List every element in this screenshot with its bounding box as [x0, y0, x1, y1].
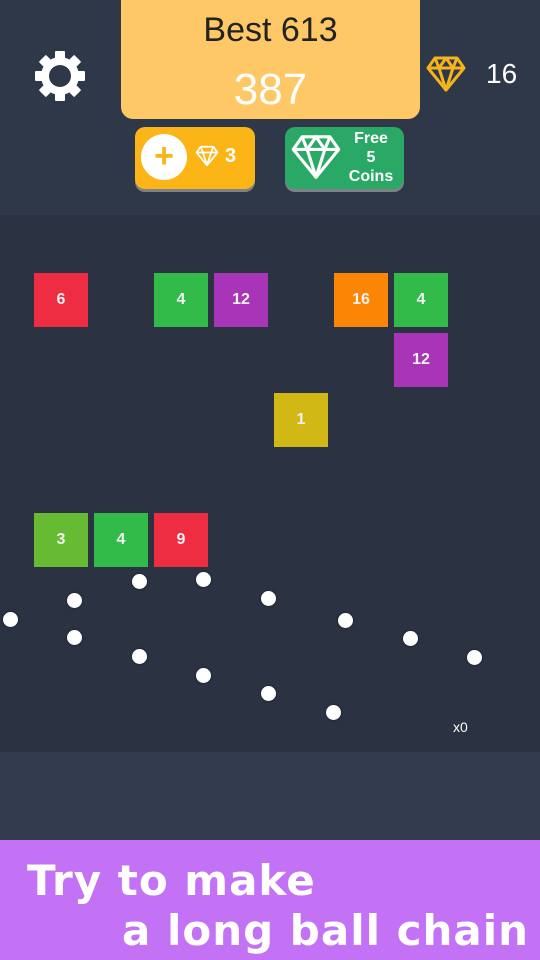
game-screen: Best 613 387 16 + 3 Free 5 Coins x0 6 4 … [0, 0, 540, 960]
diamond-icon [195, 145, 219, 167]
top-bar: Best 613 387 16 + 3 Free 5 Coins [0, 0, 540, 215]
free-coins-label-line1: Free [354, 130, 388, 147]
ball [2, 611, 18, 627]
ball [131, 573, 147, 589]
ball [337, 612, 353, 628]
ball-multiplier: x0 [453, 719, 468, 735]
brick: 3 [34, 513, 88, 567]
brick: 12 [214, 273, 268, 327]
ball [195, 571, 211, 587]
free-coins-label: Free 5 Coins [341, 129, 401, 186]
diamond-icon [291, 135, 341, 179]
bottom-bar [0, 752, 540, 840]
plus-icon: + [141, 134, 187, 180]
gem-count: 16 [486, 58, 518, 89]
free-coins-label-line2: 5 [366, 149, 376, 166]
brick: 1 [274, 393, 328, 447]
ball [402, 630, 418, 646]
brick: 4 [394, 273, 448, 327]
brick: 16 [334, 273, 388, 327]
free-coins-button[interactable]: Free 5 Coins [285, 127, 404, 189]
add-balls-cost: 3 [225, 145, 237, 167]
ball [260, 685, 276, 701]
brick: 6 [34, 273, 88, 327]
free-coins-label-line3: Coins [348, 168, 394, 185]
promo-line-1: Try to make [27, 856, 316, 905]
gear-icon[interactable] [32, 48, 88, 104]
ball [66, 629, 82, 645]
brick: 9 [154, 513, 208, 567]
diamond-icon [426, 56, 466, 92]
brick: 4 [154, 273, 208, 327]
ball [66, 592, 82, 608]
ball [131, 648, 147, 664]
promo-line-2: a long ball chain [122, 906, 530, 955]
brick: 12 [394, 333, 448, 387]
ball [325, 704, 341, 720]
current-score: 387 [233, 65, 308, 114]
best-score: Best 613 [203, 11, 338, 49]
ball [260, 590, 276, 606]
add-balls-button[interactable]: + 3 [135, 127, 255, 189]
score-card: Best 613 387 [121, 0, 420, 119]
ball [195, 667, 211, 683]
promo-banner: Try to make a long ball chain [0, 840, 540, 960]
play-field[interactable]: x0 6 4 12 16 4 12 1 3 4 9 [0, 215, 540, 752]
brick: 4 [94, 513, 148, 567]
ball [466, 649, 482, 665]
